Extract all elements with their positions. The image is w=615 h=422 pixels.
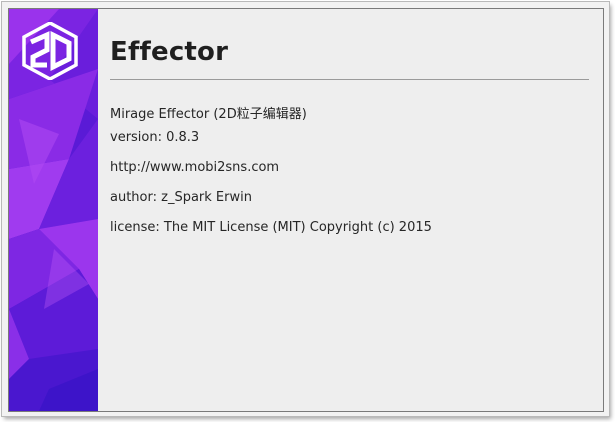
2d-logo-icon (21, 22, 79, 80)
title-divider (110, 79, 589, 80)
website-link[interactable]: http://www.mobi2sns.com (110, 160, 279, 175)
about-content: Effector Mirage Effector (2D粒子编辑器) versi… (98, 9, 603, 411)
author-text: author: z_Spark Erwin (110, 190, 252, 205)
sidebar-banner (9, 9, 98, 411)
about-frame: Effector Mirage Effector (2D粒子编辑器) versi… (8, 8, 604, 412)
product-name: Mirage Effector (2D粒子编辑器) (110, 107, 307, 122)
license-text: license: The MIT License (MIT) Copyright… (110, 220, 432, 235)
dialog-title: Effector (110, 37, 229, 67)
about-dialog: Effector Mirage Effector (2D粒子编辑器) versi… (2, 2, 609, 416)
version-text: version: 0.8.3 (110, 130, 200, 145)
